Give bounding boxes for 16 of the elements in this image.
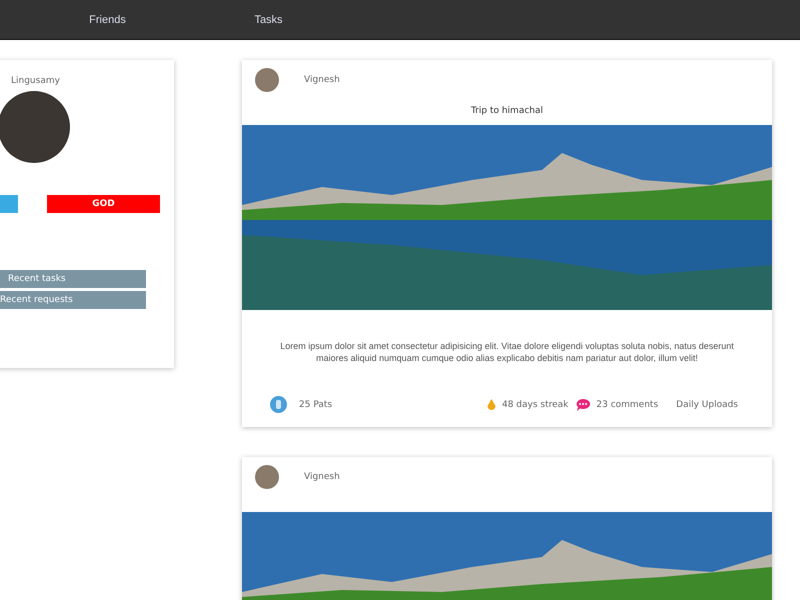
- nav-link[interactable]: Tasks: [188, 14, 349, 26]
- author-name: Vignesh: [304, 472, 340, 482]
- pats-count: 25 Pats: [299, 400, 332, 410]
- post-title: Trip to himachal: [470, 106, 544, 116]
- nav-link[interactable]: Friends: [27, 14, 188, 26]
- drop-icon: [486, 399, 496, 410]
- avatar-photo: [255, 68, 279, 92]
- post-text: Lorem ipsum dolor sit amet consectetur adipisicing elit. Vitae dolore eligendi voluptas soluta nobis, natus deserunt maiores aliquid numquam cumque odio alias explicabo debitis nam pariatur aut dolor, illum velit!: [279, 340, 735, 364]
- category-label: Daily Uploads: [676, 400, 738, 410]
- author-name: Vignesh: [304, 75, 340, 85]
- comment-icon[interactable]: [576, 398, 590, 410]
- profile-name: Lingusamy: [11, 76, 61, 86]
- streak-count: 48 days streak: [502, 400, 568, 410]
- comments-count: 23 comments: [596, 400, 658, 410]
- avatar-photo: [255, 465, 279, 489]
- rank-badge: GOD: [47, 195, 160, 213]
